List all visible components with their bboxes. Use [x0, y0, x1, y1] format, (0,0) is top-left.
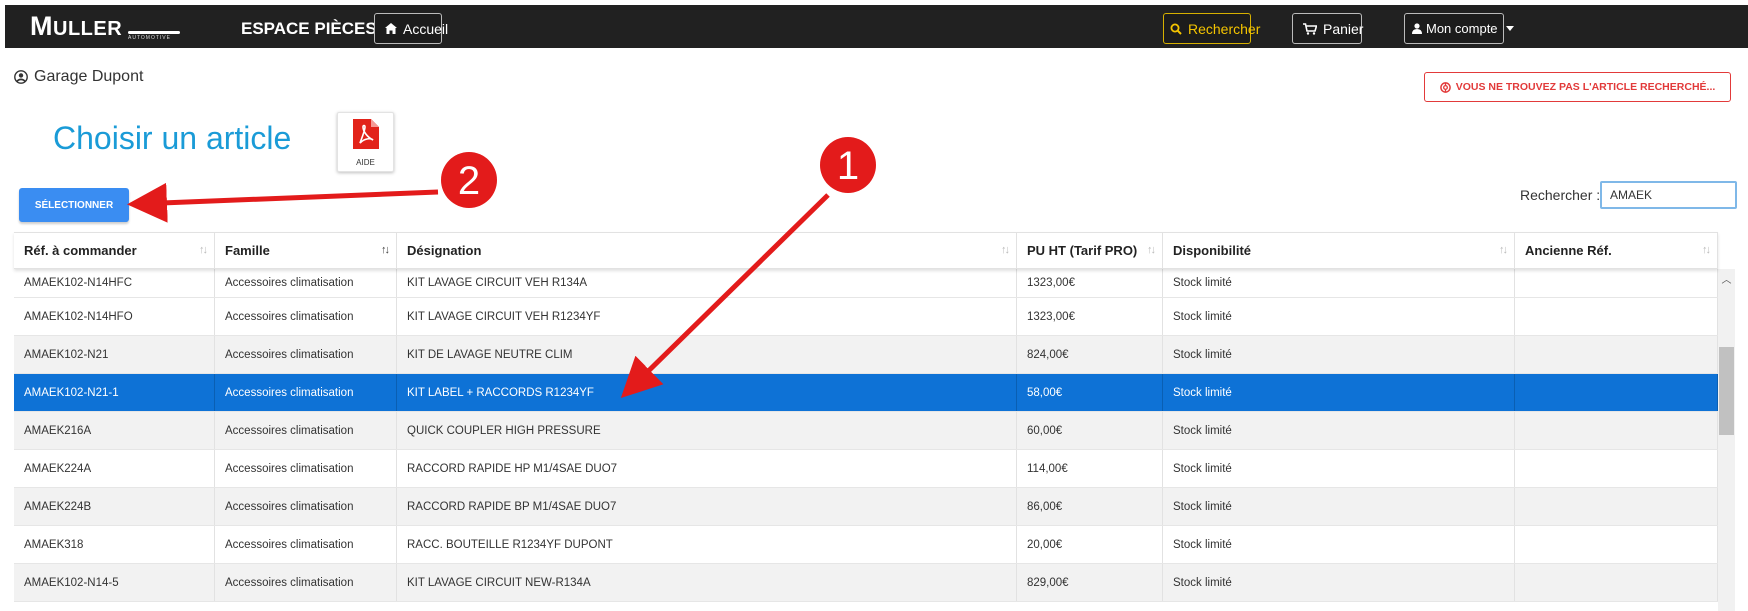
logo-tagline: AUTOMOTIVE — [128, 35, 171, 41]
table-row[interactable]: AMAEK102-N21 Accessoires climatisation K… — [14, 336, 1718, 374]
account-dropdown[interactable]: Mon compte — [1404, 13, 1514, 44]
sort-icon: ↑↓ — [1702, 244, 1711, 256]
table-row[interactable]: AMAEK102-N14-5 Accessoires climatisation… — [14, 564, 1718, 602]
app-title: ESPACE PIÈCES — [241, 19, 377, 38]
article-table-body: AMAEK102-N14HFC Accessoires climatisatio… — [14, 269, 1718, 611]
scroll-up-arrow-icon[interactable]: ︿ — [1718, 271, 1735, 286]
home-icon — [385, 23, 397, 34]
column-header-ancienne-ref[interactable]: Ancienne Réf. ↑↓ — [1515, 233, 1718, 268]
table-row[interactable]: AMAEK216A Accessoires climatisation QUIC… — [14, 412, 1718, 450]
column-header-ref[interactable]: Réf. à commander ↑↓ — [14, 233, 215, 268]
article-not-found-button[interactable]: VOUS NE TROUVEZ PAS L'ARTICLE RECHERCHÉ.… — [1424, 72, 1731, 102]
search-nav-button[interactable]: Rechercher — [1163, 13, 1260, 44]
table-row-selected[interactable]: AMAEK102-N21-1 Accessoires climatisation… — [14, 374, 1718, 412]
logo-swoosh — [128, 31, 180, 34]
table-row[interactable]: AMAEK102-N14HFO Accessoires climatisatio… — [14, 298, 1718, 336]
sort-asc-icon: ↑↓ — [381, 244, 390, 256]
sort-icon: ↑↓ — [1499, 244, 1508, 256]
table-header: Réf. à commander ↑↓ Famille ↑↓ Désignation… — [14, 232, 1718, 269]
table-row[interactable]: AMAEK224A Accessoires climatisation RACC… — [14, 450, 1718, 488]
table-row[interactable]: AMAEK224B Accessoires climatisation RACC… — [14, 488, 1718, 526]
table-scrollbar[interactable]: ︿ — [1718, 269, 1735, 611]
garage-name: Garage Dupont — [34, 68, 144, 85]
column-header-price[interactable]: PU HT (Tarif PRO) ↑↓ — [1017, 233, 1163, 268]
pdf-icon — [353, 119, 379, 149]
top-navbar: MULLER AUTOMOTIVE ESPACE PIÈCES Accueil … — [5, 5, 1748, 48]
column-header-disponibilite[interactable]: Disponibilité ↑↓ — [1163, 233, 1515, 268]
scrollbar-thumb[interactable] — [1719, 347, 1734, 435]
user-icon — [1412, 23, 1422, 34]
annotation-arrow-2 — [127, 182, 439, 223]
cart-icon — [1303, 22, 1317, 35]
page-title: Choisir un article — [53, 120, 292, 156]
search-label: Rechercher : — [1520, 187, 1601, 203]
annotation-marker-1-label: 1 — [837, 144, 859, 188]
help-label: AIDE — [356, 158, 375, 167]
sort-icon: ↑↓ — [1001, 244, 1010, 256]
sort-icon: ↑↓ — [1147, 244, 1156, 256]
table-row[interactable]: AMAEK102-N14HFC Accessoires climatisatio… — [14, 269, 1718, 298]
caret-down-icon — [1505, 26, 1514, 31]
help-pdf-button[interactable]: AIDE — [337, 112, 394, 172]
user-circle-icon — [14, 70, 28, 84]
column-header-designation[interactable]: Désignation ↑↓ — [397, 233, 1017, 268]
home-button[interactable]: Accueil — [374, 13, 448, 44]
column-header-famille[interactable]: Famille ↑↓ — [215, 233, 397, 268]
table-row[interactable]: AMAEK318 Accessoires climatisation RACC.… — [14, 526, 1718, 564]
select-button[interactable]: SÉLECTIONNER — [19, 188, 129, 222]
user-info: Garage Dupont — [14, 68, 143, 86]
sort-icon: ↑↓ — [199, 244, 208, 256]
annotation-marker-2 — [441, 152, 497, 208]
annotation-marker-1 — [820, 137, 876, 193]
annotation-marker-2-label: 2 — [458, 159, 480, 203]
table-search-input[interactable] — [1600, 181, 1737, 209]
muller-logo[interactable]: MULLER AUTOMOTIVE — [30, 12, 180, 44]
cart-button[interactable]: Panier — [1292, 13, 1363, 44]
lifebuoy-icon — [1439, 81, 1451, 93]
search-icon — [1170, 23, 1182, 35]
